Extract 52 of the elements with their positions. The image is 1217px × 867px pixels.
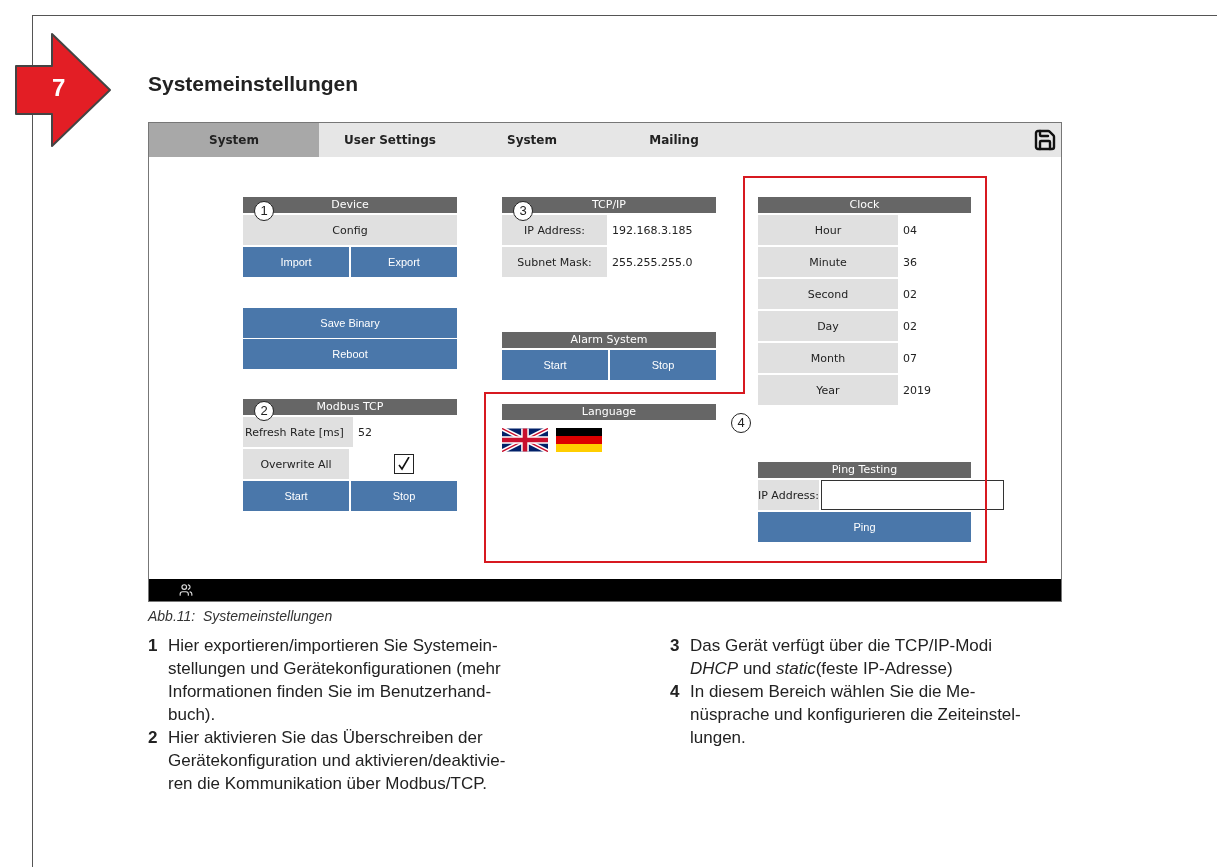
step-number: 7 bbox=[52, 74, 66, 102]
action-button[interactable]: Export bbox=[351, 247, 457, 277]
flag-uk-icon[interactable] bbox=[502, 428, 548, 452]
figure-caption: Abb.11: Systemeinstellungen bbox=[148, 608, 334, 624]
action-button[interactable]: Reboot bbox=[243, 339, 457, 369]
field-label: Second bbox=[758, 279, 898, 309]
field-label: Subnet Mask: bbox=[502, 247, 607, 277]
field-label: Day bbox=[758, 311, 898, 341]
field-label: Refresh Rate [ms] bbox=[243, 417, 353, 447]
action-button[interactable]: Save Binary bbox=[243, 308, 457, 338]
field-value: 36 bbox=[902, 255, 917, 269]
field-value: 04 bbox=[902, 223, 917, 237]
field-label: IP Address: bbox=[758, 480, 819, 510]
panel-header: Clock bbox=[758, 197, 971, 213]
ping-button[interactable]: Ping bbox=[758, 512, 971, 542]
list-text: Das Gerät verfügt über die TCP/IP-Modi DHCP und static(feste IP-Adresse) bbox=[690, 635, 993, 680]
users-icon[interactable] bbox=[179, 583, 193, 597]
list-number: 3 bbox=[670, 635, 681, 657]
config-label: Config bbox=[243, 215, 457, 245]
list-text: In diesem Bereich wählen Sie die Me- nüsprache und konfigurieren die Zeiteinstel- lungen. bbox=[690, 681, 1021, 749]
field-value: 192.168.3.185 bbox=[611, 223, 693, 237]
action-button[interactable]: Stop bbox=[610, 350, 716, 380]
list-number: 4 bbox=[670, 681, 681, 703]
action-button[interactable]: Start bbox=[502, 350, 608, 380]
field-value: 255.255.255.0 bbox=[611, 255, 693, 269]
field-value: 2019 bbox=[902, 383, 931, 397]
list-text: Hier exportieren/importieren Sie Systemein- stellungen und Gerätekonfigurationen (mehr Informationen finden Sie im Benutzerhand- buch). bbox=[168, 635, 501, 726]
action-button[interactable]: Stop bbox=[351, 481, 457, 511]
field-value: 02 bbox=[902, 319, 917, 333]
field-value: 02 bbox=[902, 287, 917, 301]
field-label: Month bbox=[758, 343, 898, 373]
checkbox[interactable] bbox=[394, 454, 414, 474]
panel-header: Alarm System bbox=[502, 332, 716, 348]
callout-number: 4 bbox=[731, 413, 751, 433]
field-value: 07 bbox=[902, 351, 917, 365]
list-text: Hier aktivieren Sie das Überschreiben der Gerätekonfiguration und aktivieren/deaktivie- ren die Kommunikation über Modbus/TCP. bbox=[168, 727, 506, 795]
field-label: Year bbox=[758, 375, 898, 405]
flag-germany-icon[interactable] bbox=[556, 428, 602, 452]
panel-header: Ping Testing bbox=[758, 462, 971, 478]
panel-header: Language bbox=[502, 404, 716, 420]
field-label: Overwrite All bbox=[243, 449, 349, 479]
list-number: 2 bbox=[148, 727, 159, 749]
page-heading: Systemeinstellungen bbox=[148, 72, 360, 96]
field-value: 52 bbox=[357, 425, 372, 439]
field-label: Minute bbox=[758, 247, 898, 277]
tab[interactable]: System bbox=[149, 123, 319, 157]
field-label: IP Address: bbox=[502, 215, 607, 245]
action-button[interactable]: Start bbox=[243, 481, 349, 511]
list-number: 1 bbox=[148, 635, 159, 657]
input-field[interactable] bbox=[820, 480, 1004, 510]
field-label: Hour bbox=[758, 215, 898, 245]
action-button[interactable]: Import bbox=[243, 247, 349, 277]
